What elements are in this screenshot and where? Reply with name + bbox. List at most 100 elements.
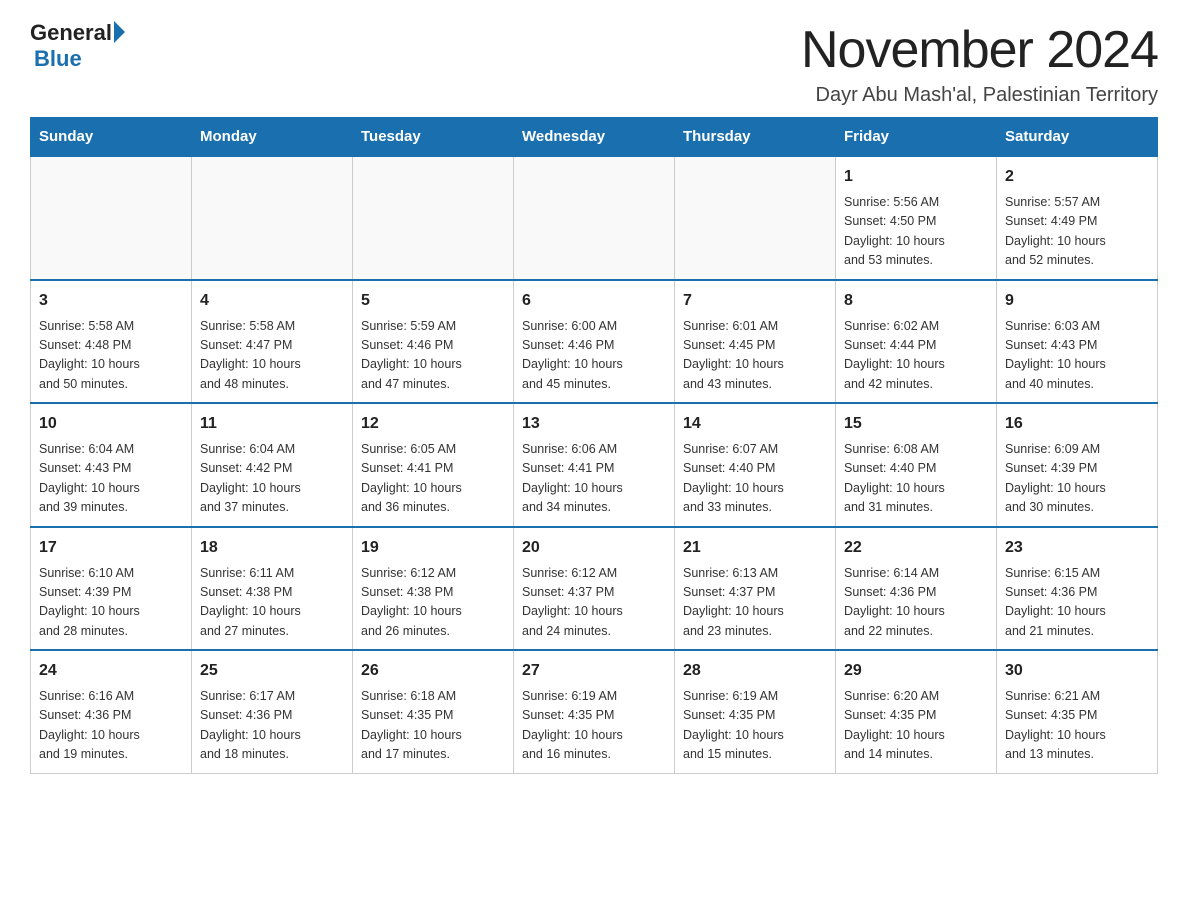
day-number: 5 bbox=[361, 289, 505, 313]
day-number: 16 bbox=[1005, 412, 1149, 436]
calendar-cell: 12Sunrise: 6:05 AMSunset: 4:41 PMDayligh… bbox=[353, 403, 514, 527]
calendar-header-wednesday: Wednesday bbox=[514, 118, 675, 157]
logo-general: General bbox=[30, 20, 112, 46]
calendar-cell: 9Sunrise: 6:03 AMSunset: 4:43 PMDaylight… bbox=[997, 280, 1158, 404]
day-info: Sunrise: 6:19 AMSunset: 4:35 PMDaylight:… bbox=[683, 687, 827, 765]
day-info: Sunrise: 6:09 AMSunset: 4:39 PMDaylight:… bbox=[1005, 440, 1149, 518]
week-row-2: 3 Sunrise: 5:58 AMSunset: 4:48 PMDaylight… bbox=[31, 280, 1158, 404]
day-info: Sunrise: 6:20 AMSunset: 4:35 PMDaylight:… bbox=[844, 687, 988, 765]
calendar-cell: 14 Sunrise: 6:07 AMSunset: 4:40 PMDayligh… bbox=[675, 403, 836, 527]
week-row-4: 17 Sunrise: 6:10 AMSunset: 4:39 PMDayligh… bbox=[31, 527, 1158, 651]
calendar-cell: 2Sunrise: 5:57 AMSunset: 4:49 PMDaylight… bbox=[997, 156, 1158, 280]
day-number: 21 bbox=[683, 536, 827, 560]
calendar: SundayMondayTuesdayWednesdayThursdayFrid… bbox=[30, 117, 1158, 774]
calendar-cell: 25 Sunrise: 6:17 AMSunset: 4:36 PMDayligh… bbox=[192, 650, 353, 773]
calendar-cell: 8Sunrise: 6:02 AMSunset: 4:44 PMDaylight… bbox=[836, 280, 997, 404]
calendar-cell: 15 Sunrise: 6:08 AMSunset: 4:40 PMDayligh… bbox=[836, 403, 997, 527]
calendar-cell: 28 Sunrise: 6:19 AMSunset: 4:35 PMDayligh… bbox=[675, 650, 836, 773]
day-number: 9 bbox=[1005, 289, 1149, 313]
day-number: 2 bbox=[1005, 165, 1149, 189]
calendar-cell: 17 Sunrise: 6:10 AMSunset: 4:39 PMDayligh… bbox=[31, 527, 192, 651]
day-info: Sunrise: 6:15 AMSunset: 4:36 PMDaylight:… bbox=[1005, 564, 1149, 642]
calendar-cell bbox=[675, 156, 836, 280]
calendar-cell: 4Sunrise: 5:58 AMSunset: 4:47 PMDaylight… bbox=[192, 280, 353, 404]
day-number: 7 bbox=[683, 289, 827, 313]
calendar-cell: 3 Sunrise: 5:58 AMSunset: 4:48 PMDaylight… bbox=[31, 280, 192, 404]
day-info: Sunrise: 5:59 AMSunset: 4:46 PMDaylight:… bbox=[361, 317, 505, 395]
calendar-cell: 30 Sunrise: 6:21 AMSunset: 4:35 PMDayligh… bbox=[997, 650, 1158, 773]
day-number: 22 bbox=[844, 536, 988, 560]
calendar-cell: 6 Sunrise: 6:00 AMSunset: 4:46 PMDaylight… bbox=[514, 280, 675, 404]
day-number: 12 bbox=[361, 412, 505, 436]
week-row-3: 10 Sunrise: 6:04 AMSunset: 4:43 PMDayligh… bbox=[31, 403, 1158, 527]
week-row-1: 1 Sunrise: 5:56 AMSunset: 4:50 PMDaylight… bbox=[31, 156, 1158, 280]
calendar-cell: 13 Sunrise: 6:06 AMSunset: 4:41 PMDayligh… bbox=[514, 403, 675, 527]
day-info: Sunrise: 5:56 AMSunset: 4:50 PMDaylight:… bbox=[844, 193, 988, 271]
day-info: Sunrise: 6:13 AMSunset: 4:37 PMDaylight:… bbox=[683, 564, 827, 642]
day-number: 17 bbox=[39, 536, 183, 560]
calendar-cell: 7 Sunrise: 6:01 AMSunset: 4:45 PMDaylight… bbox=[675, 280, 836, 404]
calendar-header-row: SundayMondayTuesdayWednesdayThursdayFrid… bbox=[31, 118, 1158, 157]
day-number: 25 bbox=[200, 659, 344, 683]
calendar-header-friday: Friday bbox=[836, 118, 997, 157]
subtitle: Dayr Abu Mash'al, Palestinian Territory bbox=[801, 84, 1158, 107]
calendar-header-monday: Monday bbox=[192, 118, 353, 157]
calendar-cell: 10 Sunrise: 6:04 AMSunset: 4:43 PMDayligh… bbox=[31, 403, 192, 527]
day-info: Sunrise: 6:06 AMSunset: 4:41 PMDaylight:… bbox=[522, 440, 666, 518]
calendar-cell: 27Sunrise: 6:19 AMSunset: 4:35 PMDayligh… bbox=[514, 650, 675, 773]
day-info: Sunrise: 6:10 AMSunset: 4:39 PMDaylight:… bbox=[39, 564, 183, 642]
day-number: 14 bbox=[683, 412, 827, 436]
day-number: 15 bbox=[844, 412, 988, 436]
day-number: 23 bbox=[1005, 536, 1149, 560]
day-number: 13 bbox=[522, 412, 666, 436]
day-number: 1 bbox=[844, 165, 988, 189]
day-number: 30 bbox=[1005, 659, 1149, 683]
calendar-cell: 26Sunrise: 6:18 AMSunset: 4:35 PMDayligh… bbox=[353, 650, 514, 773]
day-info: Sunrise: 6:21 AMSunset: 4:35 PMDaylight:… bbox=[1005, 687, 1149, 765]
day-info: Sunrise: 5:58 AMSunset: 4:48 PMDaylight:… bbox=[39, 317, 183, 395]
day-number: 28 bbox=[683, 659, 827, 683]
day-number: 6 bbox=[522, 289, 666, 313]
day-number: 26 bbox=[361, 659, 505, 683]
day-info: Sunrise: 6:04 AMSunset: 4:42 PMDaylight:… bbox=[200, 440, 344, 518]
calendar-header-thursday: Thursday bbox=[675, 118, 836, 157]
day-info: Sunrise: 6:08 AMSunset: 4:40 PMDaylight:… bbox=[844, 440, 988, 518]
calendar-cell bbox=[514, 156, 675, 280]
calendar-header-tuesday: Tuesday bbox=[353, 118, 514, 157]
day-info: Sunrise: 6:12 AMSunset: 4:37 PMDaylight:… bbox=[522, 564, 666, 642]
day-number: 20 bbox=[522, 536, 666, 560]
day-info: Sunrise: 6:00 AMSunset: 4:46 PMDaylight:… bbox=[522, 317, 666, 395]
calendar-cell: 24Sunrise: 6:16 AMSunset: 4:36 PMDayligh… bbox=[31, 650, 192, 773]
calendar-cell: 21 Sunrise: 6:13 AMSunset: 4:37 PMDayligh… bbox=[675, 527, 836, 651]
calendar-cell: 22 Sunrise: 6:14 AMSunset: 4:36 PMDayligh… bbox=[836, 527, 997, 651]
day-info: Sunrise: 6:01 AMSunset: 4:45 PMDaylight:… bbox=[683, 317, 827, 395]
title-area: November 2024 Dayr Abu Mash'al, Palestin… bbox=[801, 20, 1158, 107]
day-number: 19 bbox=[361, 536, 505, 560]
calendar-cell bbox=[192, 156, 353, 280]
day-info: Sunrise: 6:07 AMSunset: 4:40 PMDaylight:… bbox=[683, 440, 827, 518]
calendar-cell bbox=[31, 156, 192, 280]
logo-triangle-icon bbox=[114, 21, 125, 43]
day-number: 11 bbox=[200, 412, 344, 436]
calendar-cell: 16 Sunrise: 6:09 AMSunset: 4:39 PMDayligh… bbox=[997, 403, 1158, 527]
calendar-cell: 1 Sunrise: 5:56 AMSunset: 4:50 PMDaylight… bbox=[836, 156, 997, 280]
day-info: Sunrise: 6:19 AMSunset: 4:35 PMDaylight:… bbox=[522, 687, 666, 765]
day-number: 3 bbox=[39, 289, 183, 313]
calendar-header-saturday: Saturday bbox=[997, 118, 1158, 157]
calendar-cell: 18Sunrise: 6:11 AMSunset: 4:38 PMDayligh… bbox=[192, 527, 353, 651]
calendar-cell: 19Sunrise: 6:12 AMSunset: 4:38 PMDayligh… bbox=[353, 527, 514, 651]
calendar-cell: 20 Sunrise: 6:12 AMSunset: 4:37 PMDayligh… bbox=[514, 527, 675, 651]
day-info: Sunrise: 6:14 AMSunset: 4:36 PMDaylight:… bbox=[844, 564, 988, 642]
calendar-header-sunday: Sunday bbox=[31, 118, 192, 157]
calendar-cell: 29Sunrise: 6:20 AMSunset: 4:35 PMDayligh… bbox=[836, 650, 997, 773]
week-row-5: 24Sunrise: 6:16 AMSunset: 4:36 PMDayligh… bbox=[31, 650, 1158, 773]
day-info: Sunrise: 5:58 AMSunset: 4:47 PMDaylight:… bbox=[200, 317, 344, 395]
day-info: Sunrise: 6:02 AMSunset: 4:44 PMDaylight:… bbox=[844, 317, 988, 395]
header: General Blue November 2024 Dayr Abu Mash… bbox=[30, 20, 1158, 107]
day-number: 10 bbox=[39, 412, 183, 436]
logo-blue: Blue bbox=[34, 46, 82, 71]
day-info: Sunrise: 6:04 AMSunset: 4:43 PMDaylight:… bbox=[39, 440, 183, 518]
calendar-cell: 5 Sunrise: 5:59 AMSunset: 4:46 PMDaylight… bbox=[353, 280, 514, 404]
day-info: Sunrise: 6:17 AMSunset: 4:36 PMDaylight:… bbox=[200, 687, 344, 765]
main-title: November 2024 bbox=[801, 20, 1158, 80]
